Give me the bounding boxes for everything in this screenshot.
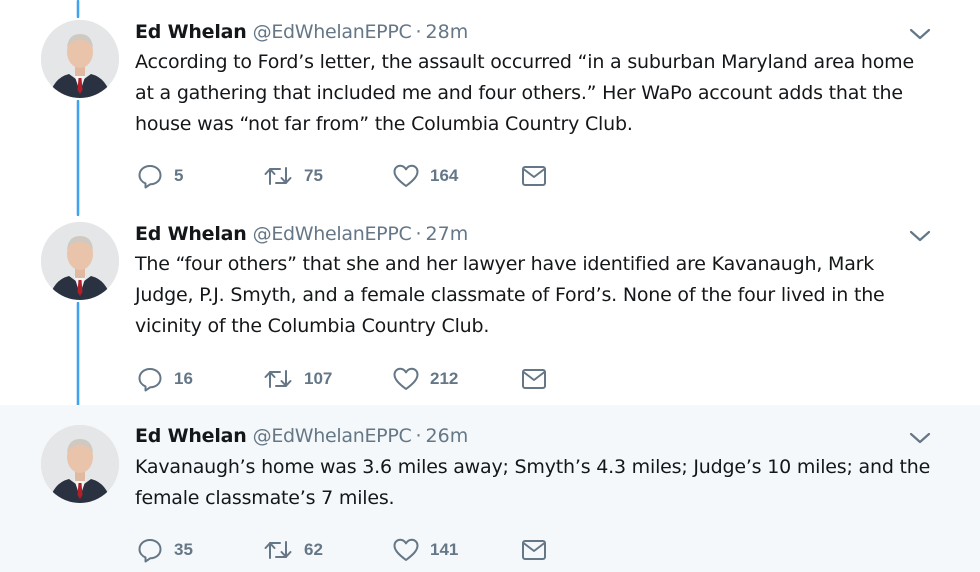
- retweet-button[interactable]: 107: [262, 365, 332, 393]
- tweet-header: Ed Whelan @EdWhelanEPPC · 27m: [135, 222, 468, 246]
- retweet-count: 62: [304, 540, 323, 559]
- like-count: 141: [430, 540, 459, 559]
- like-button[interactable]: 212: [392, 365, 458, 393]
- tweet-text: The “four others” that she and her lawye…: [135, 253, 885, 337]
- tweet-text: According to Ford’s letter, the assault …: [135, 51, 914, 135]
- avatar-image: [41, 425, 119, 503]
- envelope-icon: [522, 369, 546, 389]
- retweet-icon: [264, 167, 292, 185]
- retweet-icon: [264, 370, 292, 388]
- like-button[interactable]: 164: [392, 162, 458, 190]
- twitter-thread: Ed Whelan @EdWhelanEPPC · 28m According to …: [0, 0, 980, 572]
- separator: ·: [415, 425, 422, 447]
- avatar[interactable]: [41, 425, 119, 503]
- reply-count: 16: [174, 369, 193, 388]
- chevron-down-icon[interactable]: [909, 431, 931, 445]
- envelope-icon: [522, 540, 546, 560]
- avatar[interactable]: [41, 20, 119, 98]
- timestamp[interactable]: 27m: [426, 223, 469, 245]
- separator: ·: [415, 223, 422, 245]
- reply-count: 35: [174, 540, 193, 559]
- heart-icon: [393, 164, 419, 187]
- chevron-down-icon[interactable]: [909, 27, 931, 41]
- tweet-header: Ed Whelan @EdWhelanEPPC · 28m: [135, 20, 468, 44]
- author-handle[interactable]: @EdWhelanEPPC: [253, 425, 412, 447]
- chevron-down-icon[interactable]: [909, 229, 931, 243]
- author-name[interactable]: Ed Whelan: [135, 223, 247, 245]
- retweet-button[interactable]: 62: [262, 536, 323, 564]
- reply-icon: [138, 165, 162, 189]
- envelope-icon: [522, 166, 546, 186]
- author-handle[interactable]: @EdWhelanEPPC: [253, 223, 412, 245]
- separator: ·: [415, 21, 422, 43]
- retweet-count: 107: [304, 369, 333, 388]
- author-name[interactable]: Ed Whelan: [135, 21, 247, 43]
- direct-message-button[interactable]: [520, 162, 548, 190]
- reply-button[interactable]: 16: [136, 365, 193, 393]
- direct-message-button[interactable]: [520, 365, 548, 393]
- like-count: 212: [430, 369, 459, 388]
- retweet-count: 75: [304, 166, 323, 185]
- reply-icon: [138, 539, 162, 563]
- reply-button[interactable]: 35: [136, 536, 193, 564]
- avatar-image: [41, 20, 119, 98]
- avatar-image: [41, 222, 119, 300]
- author-name[interactable]: Ed Whelan: [135, 425, 247, 447]
- reply-button[interactable]: 5: [136, 162, 183, 190]
- avatar[interactable]: [41, 222, 119, 300]
- reply-icon: [138, 368, 162, 392]
- tweet[interactable]: Ed Whelan @EdWhelanEPPC · 26m Kavanaugh’s h…: [0, 405, 980, 572]
- retweet-button[interactable]: 75: [262, 162, 323, 190]
- heart-icon: [393, 367, 419, 390]
- direct-message-button[interactable]: [520, 536, 548, 564]
- like-count: 164: [430, 166, 459, 185]
- timestamp[interactable]: 26m: [426, 425, 469, 447]
- tweet-text: Kavanaugh’s home was 3.6 miles away; Smy…: [135, 456, 931, 509]
- retweet-icon: [264, 541, 292, 559]
- tweet[interactable]: Ed Whelan @EdWhelanEPPC · 28m According to …: [0, 0, 980, 202]
- like-button[interactable]: 141: [392, 536, 458, 564]
- timestamp[interactable]: 28m: [426, 21, 469, 43]
- tweet-header: Ed Whelan @EdWhelanEPPC · 26m: [135, 424, 468, 448]
- heart-icon: [393, 538, 419, 561]
- reply-count: 5: [174, 166, 184, 185]
- tweet[interactable]: Ed Whelan @EdWhelanEPPC · 27m The “four oth…: [0, 202, 980, 405]
- author-handle[interactable]: @EdWhelanEPPC: [253, 21, 412, 43]
